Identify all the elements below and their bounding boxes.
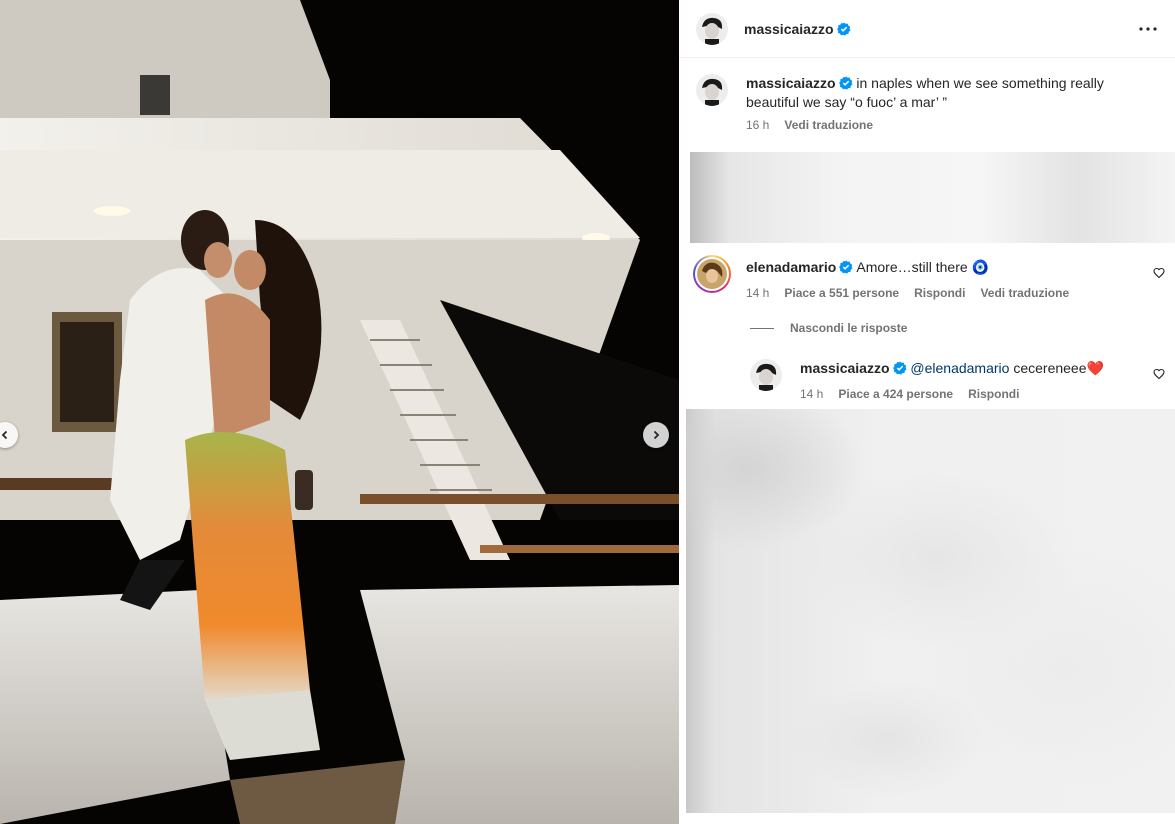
divider-line bbox=[750, 327, 774, 329]
verified-badge-icon bbox=[839, 260, 853, 274]
reply-likes[interactable]: Piace a 424 persone bbox=[838, 387, 953, 401]
reply-reply-button[interactable]: Rispondi bbox=[968, 387, 1019, 401]
caption-time: 16 h bbox=[746, 118, 770, 132]
more-options-icon bbox=[1139, 27, 1157, 31]
hide-replies-label: Nascondi le risposte bbox=[790, 321, 908, 335]
author-avatar[interactable] bbox=[696, 12, 728, 45]
reply-text: cecereneee❤️ bbox=[1013, 360, 1104, 376]
comment-emoji: 🧿 bbox=[971, 259, 989, 275]
verified-badge-icon bbox=[836, 22, 850, 36]
comment: elenadamario Amore…still there 🧿 bbox=[746, 258, 1126, 277]
more-options-button[interactable] bbox=[1135, 16, 1161, 42]
comment-time: 14 h bbox=[746, 286, 770, 300]
reply-avatar[interactable] bbox=[750, 359, 782, 391]
reply-time: 14 h bbox=[800, 387, 824, 401]
verified-badge-icon bbox=[838, 76, 852, 90]
caption-avatar[interactable] bbox=[696, 74, 728, 106]
chevron-right-icon bbox=[653, 430, 660, 440]
caption-username[interactable]: massicaiazzo bbox=[746, 75, 836, 91]
post-photo bbox=[0, 0, 679, 824]
reply-comment: massicaiazzo @elenadamario cecereneee❤️ bbox=[800, 359, 1140, 378]
commenter-avatar-story-ring[interactable] bbox=[693, 255, 731, 293]
chevron-left-icon bbox=[1, 430, 8, 440]
post-header: massicaiazzo bbox=[679, 0, 1175, 58]
author-username[interactable]: massicaiazzo bbox=[744, 21, 834, 37]
blurred-content-block bbox=[686, 409, 1175, 813]
reply-mention-link[interactable]: @elenadamario bbox=[910, 360, 1009, 376]
verified-badge-icon bbox=[892, 361, 906, 375]
caption-meta: 16 h Vedi traduzione bbox=[746, 118, 888, 132]
comment-text: Amore…still there bbox=[856, 259, 968, 275]
reply-username[interactable]: massicaiazzo bbox=[800, 360, 890, 376]
comment-translate-link[interactable]: Vedi traduzione bbox=[980, 286, 1069, 300]
blurred-content bbox=[690, 152, 1175, 243]
hide-replies-button[interactable]: Nascondi le risposte bbox=[750, 321, 907, 335]
comment-likes[interactable]: Piace a 551 persone bbox=[784, 286, 899, 300]
reply-meta: 14 h Piace a 424 persone Rispondi bbox=[800, 387, 1034, 401]
next-photo-button[interactable] bbox=[643, 422, 669, 448]
comments-panel: massicaiazzo massicaiazzo in naples when… bbox=[679, 0, 1175, 824]
photo-scene bbox=[0, 0, 679, 824]
comment-meta: 14 h Piace a 551 persone Rispondi Vedi trad… bbox=[746, 286, 1084, 300]
caption-translate-link[interactable]: Vedi traduzione bbox=[784, 118, 873, 132]
caption: massicaiazzo in naples when we see somet… bbox=[746, 74, 1116, 112]
heart-icon[interactable] bbox=[1153, 368, 1165, 380]
heart-icon[interactable] bbox=[1153, 267, 1165, 279]
comment-username[interactable]: elenadamario bbox=[746, 259, 836, 275]
comment-reply-button[interactable]: Rispondi bbox=[914, 286, 965, 300]
